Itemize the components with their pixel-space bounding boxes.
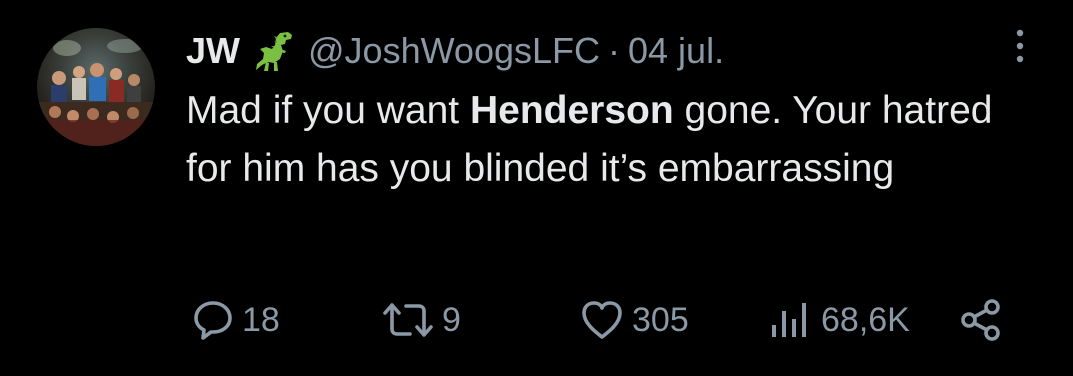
repost-button[interactable]: 9 [380, 290, 461, 350]
author-display-name[interactable]: JW [186, 30, 240, 72]
reply-icon [190, 297, 236, 343]
views-count: 68,6K [821, 300, 910, 339]
tweet-date[interactable]: 04 jul. [628, 30, 724, 72]
like-icon [578, 297, 626, 343]
like-count: 305 [632, 300, 689, 339]
like-button[interactable]: 305 [578, 290, 689, 350]
share-button[interactable] [958, 290, 1004, 350]
views-icon [765, 297, 815, 343]
tweet[interactable]: JW @JoshWoogsLFC · 04 jul. Mad if you wa… [0, 0, 1073, 376]
views-button[interactable]: 68,6K [765, 290, 910, 350]
tweet-text-bold: Henderson [469, 89, 674, 132]
tweet-text-part1: Mad if you want [186, 89, 470, 132]
repost-icon [380, 297, 436, 343]
author-handle[interactable]: @JoshWoogsLFC [308, 30, 600, 72]
tweet-actions: 18 9 305 68,6K [0, 290, 1073, 350]
tweet-text: Mad if you want Henderson gone. Your hat… [186, 82, 1026, 198]
reply-count: 18 [242, 300, 280, 339]
reply-button[interactable]: 18 [190, 290, 280, 350]
share-icon [958, 297, 1004, 343]
repost-count: 9 [442, 300, 461, 339]
dinosaur-icon [250, 29, 296, 73]
more-icon[interactable] [1005, 28, 1035, 68]
separator-dot: · [608, 30, 620, 71]
tweet-header: JW @JoshWoogsLFC · 04 jul. [186, 26, 724, 76]
author-avatar[interactable] [37, 28, 155, 146]
